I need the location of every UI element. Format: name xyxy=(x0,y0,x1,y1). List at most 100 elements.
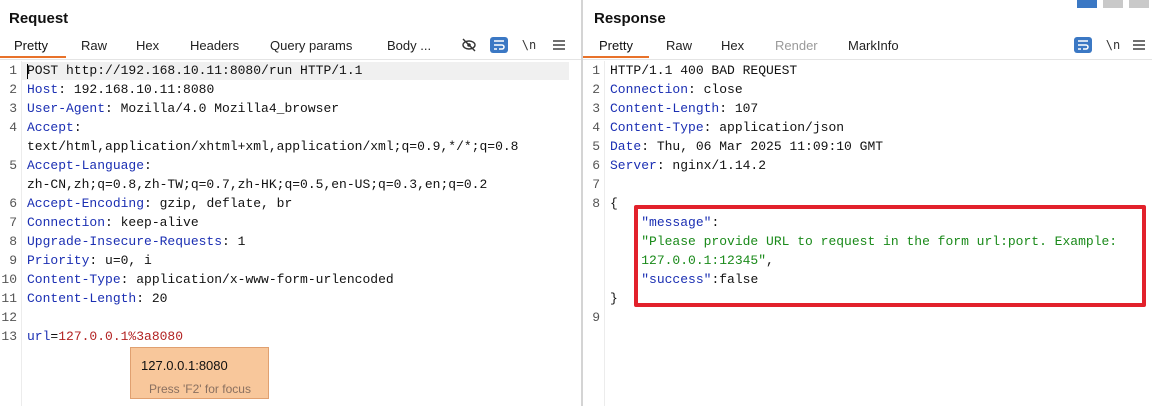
tab-hex[interactable]: Hex xyxy=(721,38,744,53)
line-number: 2 xyxy=(9,82,17,97)
code-token: : close xyxy=(688,82,743,97)
code-line: zh-CN,zh;q=0.8,zh-TW;q=0.7,zh-HK;q=0.5,e… xyxy=(27,177,487,192)
line-number: 2 xyxy=(592,82,600,97)
code-token: Server xyxy=(610,158,657,173)
code-token: Content-Type xyxy=(610,120,704,135)
code-line: Host: 192.168.10.11:8080 xyxy=(27,82,214,97)
newline-icon[interactable]: \n xyxy=(1104,37,1122,53)
response-title: Response xyxy=(594,10,666,27)
line-number: 4 xyxy=(9,120,17,135)
line-number: 3 xyxy=(592,101,600,116)
request-title: Request xyxy=(9,10,69,27)
active-tab-indicator xyxy=(0,56,66,58)
layout-icon[interactable] xyxy=(1129,0,1149,8)
line-number: 10 xyxy=(1,272,17,287)
code-line: Content-Type: application/json xyxy=(610,120,844,135)
code-line: Content-Type: application/x-www-form-url… xyxy=(27,272,394,287)
code-token: : xyxy=(73,120,82,135)
tab-markinfo[interactable]: MarkInfo xyxy=(848,38,899,53)
text-cursor xyxy=(27,64,28,79)
line-number: 9 xyxy=(592,310,600,325)
tab-hex[interactable]: Hex xyxy=(136,38,159,53)
word-wrap-icon[interactable] xyxy=(490,37,508,53)
request-editor[interactable]: 1 POST http://192.168.10.11:8080/run HTTP… xyxy=(0,61,581,406)
code-token: { xyxy=(610,196,618,211)
line-number: 1 xyxy=(592,63,600,78)
code-token: } xyxy=(610,291,618,306)
code-token: Accept xyxy=(27,120,74,135)
code-line: text/html,application/xhtml+xml,applicat… xyxy=(27,139,518,154)
line-number: 4 xyxy=(592,120,600,135)
active-tab-indicator xyxy=(583,56,649,58)
code-token: : 1 xyxy=(222,234,246,249)
code-line: Priority: u=0, i xyxy=(27,253,152,268)
code-line: Connection: close xyxy=(610,82,743,97)
code-token: Accept-Language xyxy=(27,158,145,173)
code-token: : Mozilla/4.0 Mozilla4_browser xyxy=(105,101,340,116)
tab-render[interactable]: Render xyxy=(775,38,818,53)
tooltip-value: 127.0.0.1:8080 xyxy=(141,358,228,373)
code-token: text/html,application/xhtml+xml,applicat… xyxy=(27,139,519,154)
line-number: 5 xyxy=(592,139,600,154)
decode-tooltip[interactable]: 127.0.0.1:8080 Press 'F2' for focus xyxy=(130,347,269,399)
tab-raw[interactable]: Raw xyxy=(666,38,692,53)
tab-body[interactable]: Body ... xyxy=(387,38,431,53)
code-token: : application/x-www-form-urlencoded xyxy=(120,272,394,287)
line-number: 8 xyxy=(592,196,600,211)
code-token: : keep-alive xyxy=(105,215,199,230)
code-token: HTTP/1.1 400 BAD REQUEST xyxy=(610,63,798,78)
hide-icon[interactable] xyxy=(460,37,478,53)
line-number: 11 xyxy=(1,291,17,306)
tab-pretty[interactable]: Pretty xyxy=(599,38,633,53)
line-number: 8 xyxy=(9,234,17,249)
code-token: : gzip, deflate, br xyxy=(144,196,293,211)
tab-raw[interactable]: Raw xyxy=(81,38,107,53)
response-pane: Response Pretty Raw Hex Render MarkInfo … xyxy=(583,0,1152,406)
layout-icon[interactable] xyxy=(1103,0,1123,8)
code-token: : 107 xyxy=(719,101,759,116)
line-number: 9 xyxy=(9,253,17,268)
tooltip-hint: Press 'F2' for focus xyxy=(149,382,251,396)
tabs-border xyxy=(583,59,1152,60)
code-line: HTTP/1.1 400 BAD REQUEST xyxy=(610,63,797,78)
code-line: url=127.0.0.1%3a8080 xyxy=(27,329,183,344)
code-line: Content-Length: 107 xyxy=(610,101,758,116)
line-number: 3 xyxy=(9,101,17,116)
code-token: Connection xyxy=(27,215,106,230)
highlight-box xyxy=(634,205,1146,307)
tab-query-params[interactable]: Query params xyxy=(270,38,352,53)
code-token: Content-Type xyxy=(27,272,121,287)
code-line: Server: nginx/1.14.2 xyxy=(610,158,766,173)
tabs-border xyxy=(0,59,581,60)
code-token: : u=0, i xyxy=(89,253,152,268)
layout-icon[interactable] xyxy=(1077,0,1097,8)
request-pane: Request Pretty Raw Hex Headers Query par… xyxy=(0,0,581,406)
code-line: Date: Thu, 06 Mar 2025 11:09:10 GMT xyxy=(610,139,883,154)
code-token: : 192.168.10.11:8080 xyxy=(58,82,215,97)
code-line: User-Agent: Mozilla/4.0 Mozilla4_browser xyxy=(27,101,339,116)
newline-icon[interactable]: \n xyxy=(520,37,538,53)
word-wrap-icon[interactable] xyxy=(1074,37,1092,53)
line-number: 7 xyxy=(592,177,600,192)
line-number: 12 xyxy=(1,310,17,325)
code-line: Accept: xyxy=(27,120,82,135)
code-token: Date xyxy=(610,139,642,154)
tab-headers[interactable]: Headers xyxy=(190,38,239,53)
line-number: 6 xyxy=(592,158,600,173)
line-number: 5 xyxy=(9,158,17,173)
code-line: Accept-Encoding: gzip, deflate, br xyxy=(27,196,292,211)
code-token: zh-CN,zh;q=0.8,zh-TW;q=0.7,zh-HK;q=0.5,e… xyxy=(27,177,488,192)
menu-icon[interactable] xyxy=(1130,37,1148,53)
tab-pretty[interactable]: Pretty xyxy=(14,38,48,53)
code-token: User-Agent xyxy=(27,101,106,116)
code-token: : 20 xyxy=(136,291,168,306)
code-token: : Thu, 06 Mar 2025 11:09:10 GMT xyxy=(641,139,884,154)
code-token: 127.0.0.1%3a8080 xyxy=(58,329,184,344)
code-token: Host xyxy=(27,82,59,97)
code-line: Accept-Language: xyxy=(27,158,152,173)
code-token: url xyxy=(27,329,51,344)
menu-icon[interactable] xyxy=(550,37,568,53)
code-token: Accept-Encoding xyxy=(27,196,145,211)
code-line: { xyxy=(610,196,618,211)
code-token: : xyxy=(144,158,152,173)
